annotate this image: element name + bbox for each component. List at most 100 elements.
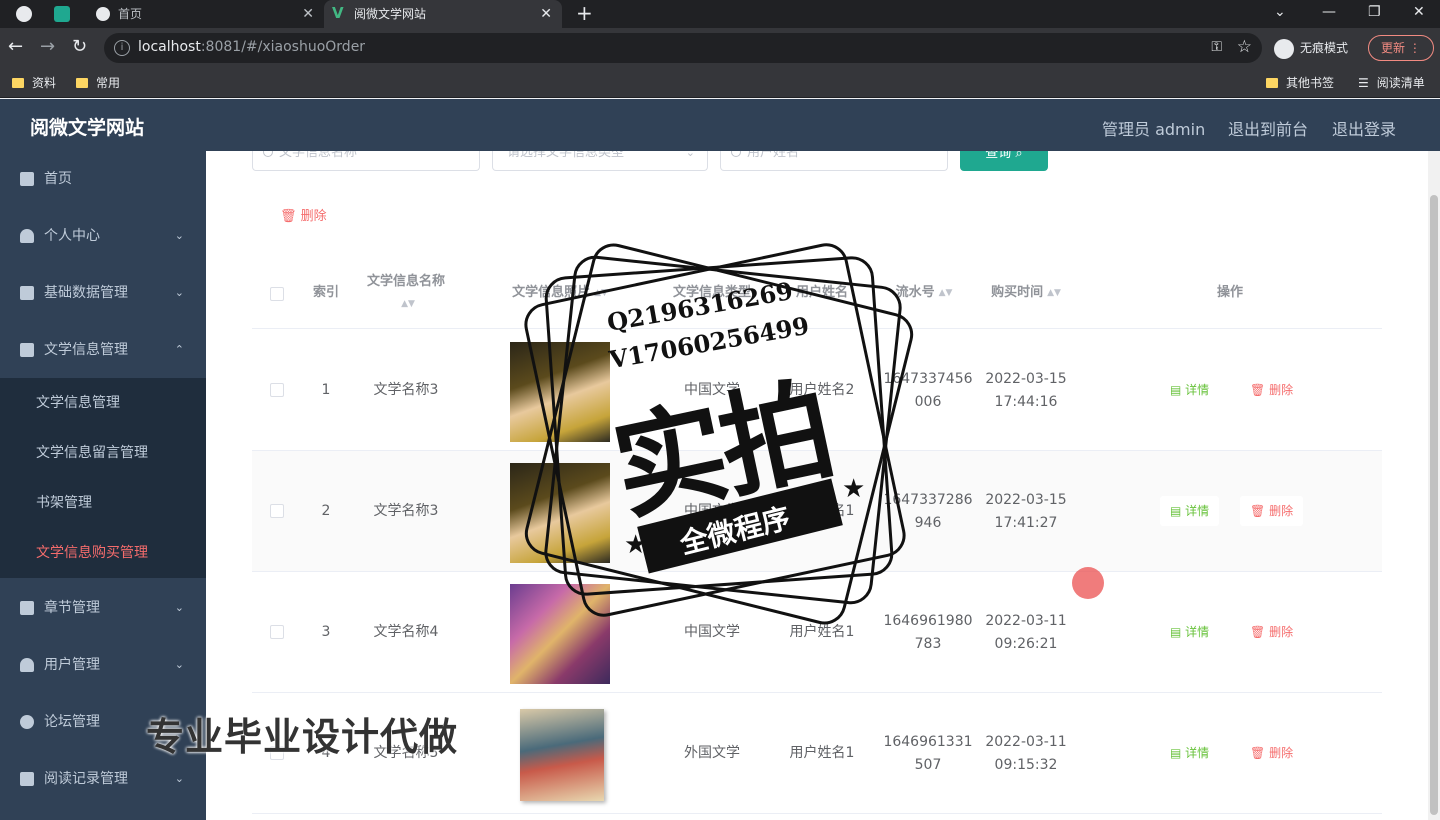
chat-icon <box>20 343 34 357</box>
trash-icon: 🗑 <box>1250 625 1266 639</box>
app-header: 阅微文学网站 管理员 admin 退出到前台 退出登录 <box>0 99 1440 151</box>
header-ops: 操作 <box>1216 285 1243 300</box>
sidebar-subitem-bookshelf[interactable]: 书架管理 <box>0 478 206 528</box>
vertical-scrollbar[interactable] <box>1428 151 1440 820</box>
update-button[interactable]: 更新 ⋮ <box>1368 35 1434 61</box>
printer-icon <box>20 601 34 615</box>
browser-tab-home[interactable]: 首页 ✕ <box>88 0 324 28</box>
delete-button[interactable]: 🗑 删除 <box>1240 375 1303 405</box>
brand-title: 阅微文学网站 <box>30 117 145 139</box>
key-icon[interactable]: ⚿ <box>1211 39 1222 55</box>
site-info-icon[interactable]: i <box>114 40 130 56</box>
star-icon[interactable]: ☆ <box>1237 37 1252 57</box>
user-icon <box>20 229 34 243</box>
browser-tab-active[interactable]: V 阅微文学网站 ✕ <box>324 0 562 28</box>
sidebar-subitem-purchase[interactable]: 文学信息购买管理 <box>0 528 206 578</box>
maximize-icon[interactable]: ❐ <box>1368 0 1381 24</box>
sidebar-item-literature[interactable]: 文学信息管理 ⌃ <box>0 322 206 378</box>
row-checkbox[interactable] <box>270 383 284 397</box>
detail-button[interactable]: ▤ 详情 <box>1160 496 1220 526</box>
home-icon <box>20 172 34 186</box>
delete-button[interactable]: 🗑 删除 <box>1240 617 1303 647</box>
sidebar-item-personal[interactable]: 个人中心 ⌄ <box>0 208 206 264</box>
document-icon: ▤ <box>1170 383 1182 397</box>
header-index: 索引 <box>312 285 339 300</box>
globe-icon <box>96 7 110 21</box>
scrollbar-thumb[interactable] <box>1430 195 1438 815</box>
select-all-checkbox[interactable] <box>270 287 284 301</box>
delete-button[interactable]: 🗑 删除 <box>1240 738 1303 768</box>
watermark-stamp: Q2196316269 V17060256499 实拍 全微程序 ★ ★ <box>520 238 918 630</box>
search-input-user[interactable]: 用户姓名 <box>720 151 948 171</box>
document-icon: ▤ <box>1170 746 1182 760</box>
cell-serial: 1646961331507 <box>883 733 973 773</box>
sidebar-subitem-comments[interactable]: 文学信息留言管理 <box>0 428 206 478</box>
cell-time: 2022-03-11 09:26:21 <box>985 612 1067 652</box>
back-icon[interactable]: ← <box>8 36 23 58</box>
star-icon: ★ <box>842 474 866 504</box>
close-icon[interactable]: ✕ <box>540 0 552 28</box>
star-icon: ★ <box>624 530 648 560</box>
cell-name: 文学名称3 <box>373 503 439 519</box>
batch-delete-button[interactable]: 🗑 删除 <box>280 205 327 224</box>
trash-icon: 🗑 <box>1250 746 1266 760</box>
reload-icon[interactable]: ↻ <box>72 36 87 58</box>
cell-time: 2022-03-15 17:44:16 <box>985 370 1067 410</box>
new-tab-icon[interactable]: + <box>576 0 593 26</box>
forward-icon[interactable]: → <box>40 36 55 58</box>
clipboard-icon <box>20 286 34 300</box>
search-icon <box>731 151 741 157</box>
delete-button[interactable]: 🗑 删除 <box>1240 496 1304 526</box>
sidebar-item-home[interactable]: 首页 <box>0 151 206 207</box>
type-select[interactable]: 请选择文学信息类型 ⌄ <box>492 151 708 171</box>
detail-button[interactable]: ▤ 详情 <box>1160 617 1219 647</box>
admin-label: 管理员 admin <box>1102 120 1206 139</box>
chevron-down-icon[interactable]: ⌄ <box>1274 0 1286 24</box>
query-button[interactable]: 查询 ⌕ <box>960 151 1048 171</box>
header-time[interactable]: 购买时间 ▲▼ <box>974 257 1078 329</box>
cell-index: 2 <box>321 503 331 519</box>
bookmark-folder-other[interactable]: 其他书签 <box>1266 74 1334 92</box>
cell-index: 1 <box>321 382 331 398</box>
incognito-badge[interactable]: 无痕模式 <box>1274 37 1348 59</box>
cell-index: 3 <box>321 624 331 640</box>
sidebar-item-chapters[interactable]: 章节管理 ⌄ <box>0 580 206 636</box>
chevron-down-icon: ⌄ <box>685 151 695 159</box>
bookmark-folder[interactable]: 常用 <box>76 74 120 92</box>
app-tab-icon[interactable] <box>54 6 70 22</box>
incognito-icon <box>1274 38 1294 59</box>
url-field[interactable]: i localhost:8081/#/xiaoshuoOrder ⚿ ☆ <box>104 33 1262 63</box>
row-checkbox[interactable] <box>270 504 284 518</box>
reading-list-icon: ☰ <box>1358 76 1369 90</box>
chevron-down-icon: ⌄ <box>174 286 184 299</box>
logout-link[interactable]: 退出登录 <box>1332 116 1396 140</box>
detail-button[interactable]: ▤ 详情 <box>1160 738 1219 768</box>
address-bar: ← → ↻ i localhost:8081/#/xiaoshuoOrder ⚿… <box>0 28 1440 68</box>
trash-icon: 🗑 <box>1250 504 1266 518</box>
trash-icon: 🗑 <box>1250 383 1266 397</box>
chevron-up-icon: ⌃ <box>174 343 184 356</box>
close-icon[interactable]: ✕ <box>302 0 314 28</box>
reading-list[interactable]: ☰ 阅读清单 <box>1358 74 1425 92</box>
bookmark-folder[interactable]: 资料 <box>12 74 56 92</box>
header-name[interactable]: 文学信息名称 ▲▼ <box>352 257 460 329</box>
sidebar-item-users[interactable]: 用户管理 ⌄ <box>0 637 206 693</box>
sidebar-item-basic-data[interactable]: 基础数据管理 ⌄ <box>0 265 206 321</box>
folder-icon <box>12 78 24 88</box>
cell-name: 文学名称4 <box>373 624 439 640</box>
document-icon: ▤ <box>1170 625 1182 639</box>
sidebar-subitem-literature-info[interactable]: 文学信息管理 <box>0 378 206 428</box>
to-front-link[interactable]: 退出到前台 <box>1228 116 1308 140</box>
row-checkbox[interactable] <box>270 625 284 639</box>
window-close-icon[interactable]: ✕ <box>1413 0 1425 24</box>
folder-icon <box>1266 78 1278 88</box>
watermark-bottom-text: 专业毕业设计代做 <box>146 715 459 759</box>
chevron-down-icon: ⌄ <box>174 601 184 614</box>
chevron-down-icon: ⌄ <box>174 229 184 242</box>
minimize-icon[interactable]: — <box>1322 0 1336 24</box>
search-input-name[interactable]: 文学信息名称 <box>252 151 480 171</box>
chrome-globe-icon[interactable] <box>16 6 32 22</box>
sort-icon: ▲▼ <box>1047 288 1061 298</box>
compass-icon <box>20 715 34 729</box>
detail-button[interactable]: ▤ 详情 <box>1160 375 1219 405</box>
